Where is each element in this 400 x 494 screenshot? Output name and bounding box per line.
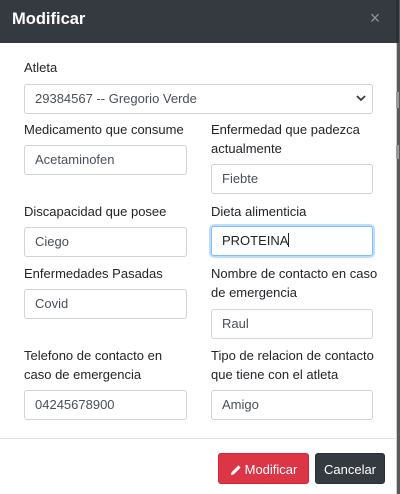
cancel-button[interactable]: Cancelar <box>315 453 385 484</box>
athlete-select-value: 29384567 -- Gregorio Verde <box>35 91 197 106</box>
modify-button-label: Modificar <box>244 462 298 477</box>
modal-header: Modificar × <box>0 0 397 43</box>
emergency-contact-phone-label: Telefono de contacto en caso de emergenc… <box>24 348 163 382</box>
modify-button[interactable]: Modificar <box>218 453 309 484</box>
modal-title: Modificar <box>12 10 86 28</box>
close-icon[interactable]: × <box>366 9 384 28</box>
past-illnesses-label: Enfermedades Pasadas <box>24 266 163 281</box>
past-illnesses-input[interactable]: Covid <box>24 289 187 319</box>
athlete-select[interactable]: 29384567 -- Gregorio Verde <box>24 84 373 114</box>
medication-input[interactable]: Acetaminofen <box>24 145 187 175</box>
contact-relationship-input[interactable]: Amigo <box>211 390 373 420</box>
current-illness-label: Enfermedad que padezca actualmente <box>211 122 360 156</box>
disability-label: Discapacidad que posee <box>24 204 167 219</box>
diet-input[interactable]: PROTEINA <box>211 226 373 256</box>
current-illness-input[interactable]: Fiebte <box>211 164 373 194</box>
emergency-contact-name-input[interactable]: Raul <box>211 309 373 339</box>
emergency-contact-name-label: Nombre de contacto en caso de emergencia <box>211 266 378 300</box>
footer-divider <box>0 438 397 439</box>
emergency-contact-phone-input[interactable]: 04245678900 <box>24 390 187 420</box>
diet-input-value: PROTEINA <box>222 233 289 248</box>
backdrop-edge <box>396 145 399 159</box>
pencil-icon <box>230 465 241 475</box>
chevron-down-icon <box>356 95 366 102</box>
backdrop-edge <box>396 92 399 108</box>
edit-modal: Modificar × Atleta 29384567 -- Gregorio … <box>0 0 399 494</box>
disability-input[interactable]: Ciego <box>24 227 187 257</box>
diet-label: Dieta alimenticia <box>211 204 307 219</box>
medication-label: Medicamento que consume <box>24 122 184 137</box>
athlete-label: Atleta <box>24 60 58 75</box>
text-cursor <box>288 233 290 247</box>
contact-relationship-label: Tipo de relacion de contacto que tiene c… <box>211 348 374 382</box>
backdrop-edge <box>396 0 399 43</box>
